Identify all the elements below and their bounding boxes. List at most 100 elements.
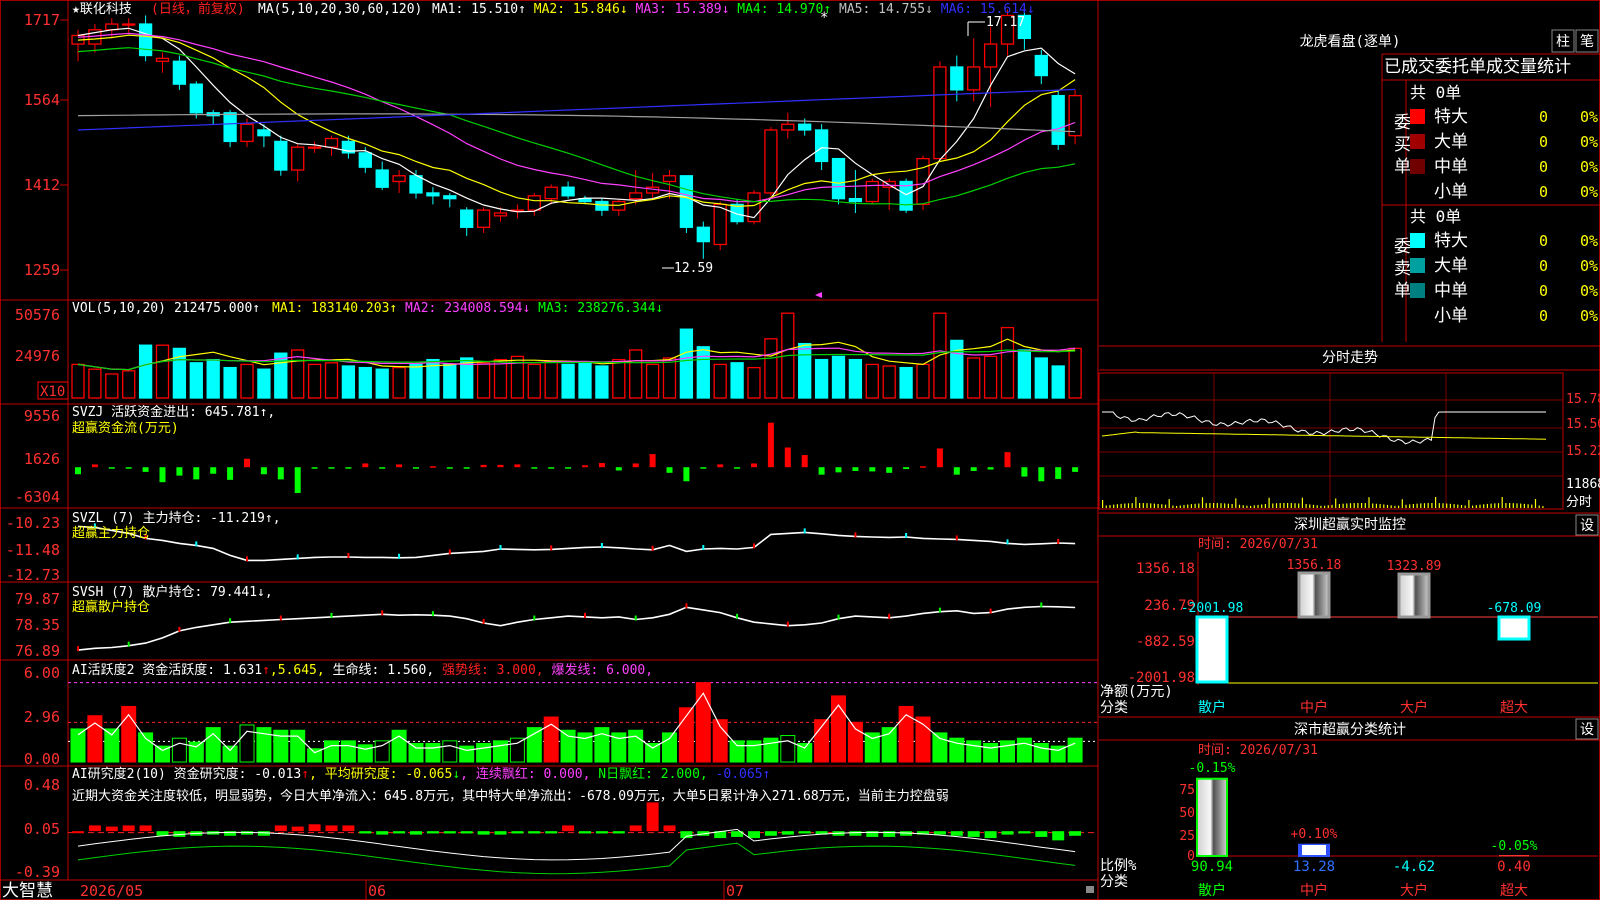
- candle-body: [189, 83, 203, 114]
- volume-bar: [798, 342, 812, 399]
- candle-body: [460, 209, 474, 228]
- intraday-vol: [1102, 500, 1104, 508]
- volume-bar: [493, 358, 508, 399]
- activity-bar: [70, 728, 86, 763]
- research-bar: [443, 831, 456, 834]
- svzl-tick: [195, 541, 198, 547]
- ai2-summary: 近期大资金关注度较低，明显弱势，今日大单净流入：645.8万元，其中特大单净流出…: [72, 788, 949, 804]
- intraday-vol: [1157, 503, 1159, 508]
- vol-label: VOL(5,10,20): [72, 301, 166, 316]
- intraday-vol: [1497, 503, 1500, 508]
- intraday-vol: [1523, 503, 1525, 508]
- sell-row-label: 大单: [1434, 256, 1468, 276]
- sell-row-label: 中单: [1434, 281, 1468, 301]
- buy-row-pct: 0%: [1580, 108, 1598, 126]
- classify-category: 超大: [1500, 883, 1528, 899]
- ai2-axis-label: 0.48: [24, 776, 60, 794]
- ai-activity-panel[interactable]: 6.00 2.96 0.00: [24, 664, 1098, 768]
- volume-bar: [324, 362, 339, 399]
- volume-bar: [764, 338, 778, 399]
- intraday-vol: [1113, 504, 1115, 508]
- intraday-vol: [1227, 503, 1229, 508]
- intraday-vol: [1172, 505, 1174, 508]
- intraday-vol: [1146, 503, 1148, 508]
- intraday-vol: [1457, 504, 1459, 508]
- volume-bar: [595, 365, 609, 399]
- svsh-tick: [431, 611, 434, 617]
- activity-bar: [357, 744, 373, 763]
- buy-row-label: 小单: [1434, 182, 1468, 202]
- intraday-vol: [1534, 499, 1537, 508]
- research-bar: [1018, 831, 1031, 834]
- buy-row-pct: 0%: [1580, 158, 1598, 176]
- research-bar: [274, 825, 287, 832]
- svzj-bar: [514, 464, 521, 468]
- intraday-vol: [1372, 503, 1374, 508]
- intraday-vol: [1368, 497, 1370, 508]
- svzj-bar: [379, 467, 386, 469]
- intraday-vol: [1509, 503, 1511, 508]
- intraday-vol: [1220, 503, 1222, 508]
- svsh-title: SVSH (7) 散户持仓: 79.441↓,: [72, 584, 273, 600]
- activity-bar: [171, 737, 187, 763]
- vol-value: 212475.000↑: [174, 301, 260, 316]
- research-bar: [764, 831, 777, 836]
- candle-body: [443, 195, 457, 200]
- price-panel[interactable]: 17.1712.59*1717156414121259: [24, 9, 1082, 298]
- svsh-tick: [938, 607, 941, 613]
- monitor-bar-value: -678.09: [1487, 601, 1542, 616]
- buy-row-count: 0: [1539, 158, 1548, 176]
- svzj-bar: [818, 467, 825, 475]
- sell-label-char: 卖: [1394, 259, 1411, 279]
- svzj-bar: [1038, 467, 1045, 482]
- intraday-vol: [1364, 503, 1366, 508]
- research-bar: [460, 831, 473, 834]
- intraday-vol: [1116, 504, 1118, 508]
- intraday-vol: [1176, 505, 1178, 508]
- volume-panel[interactable]: 50576 24976 X10: [15, 306, 1082, 400]
- ma6-line: [77, 88, 1076, 131]
- intraday-vol: [1505, 503, 1507, 508]
- candle-body: [392, 175, 406, 183]
- panel-frames: [0, 0, 1600, 900]
- intraday-vol: [1542, 505, 1544, 508]
- intraday-vol: [1460, 504, 1463, 508]
- svsh-panel[interactable]: 79.87 78.35 76.89: [15, 590, 1076, 660]
- svzj-bar: [260, 467, 267, 475]
- intraday-axis-label: 15.78: [1566, 392, 1600, 407]
- svzl-tick: [651, 545, 654, 551]
- activity-bar: [1016, 737, 1032, 763]
- buy-count: 共 0单: [1410, 83, 1461, 102]
- stock-terminal-chart[interactable]: 17.1712.59*1717156414121259 5057624976X1…: [0, 0, 1600, 900]
- intraday-vol: [1475, 505, 1477, 508]
- volume-bar: [882, 365, 896, 399]
- activity-bar: [138, 732, 154, 763]
- svsh-tick: [786, 621, 789, 627]
- sell-row-pct: 0%: [1580, 307, 1598, 325]
- research-bar: [545, 831, 558, 834]
- candle-body: [324, 137, 339, 148]
- intraday-vol: [1124, 503, 1126, 508]
- intraday-vol: [1275, 503, 1278, 508]
- research-bar: [646, 802, 659, 832]
- price-axis-label: 1412: [24, 176, 60, 194]
- intraday-axis-label: 15.50: [1566, 417, 1600, 432]
- monitor-ylabel: 净额(万元): [1100, 684, 1173, 700]
- intraday-vol: [1235, 498, 1237, 508]
- intraday-vol: [1427, 503, 1429, 508]
- volume-bar: [358, 366, 372, 399]
- right-side-panels[interactable]: 龙虎看盘(逐单) 柱笔已成交委托单成交量统计委买单委卖单共 0单共 0单特大 0 0%…: [1098, 29, 1600, 899]
- candle-body: [257, 129, 271, 137]
- svsh-tick: [381, 610, 384, 616]
- intraday-vol: [1423, 503, 1426, 508]
- activity-bar: [966, 740, 982, 763]
- buy-row-count: 0: [1539, 108, 1548, 126]
- volume-bar: [88, 368, 102, 399]
- research-line2: [77, 842, 1076, 875]
- tick-view-label: 笔: [1580, 34, 1594, 50]
- research-bar: [410, 831, 422, 835]
- research-bar: [342, 825, 355, 832]
- svzj-bar: [142, 467, 149, 472]
- monitor-bar-value: -2001.98: [1181, 601, 1244, 616]
- intraday-vol: [1468, 499, 1470, 508]
